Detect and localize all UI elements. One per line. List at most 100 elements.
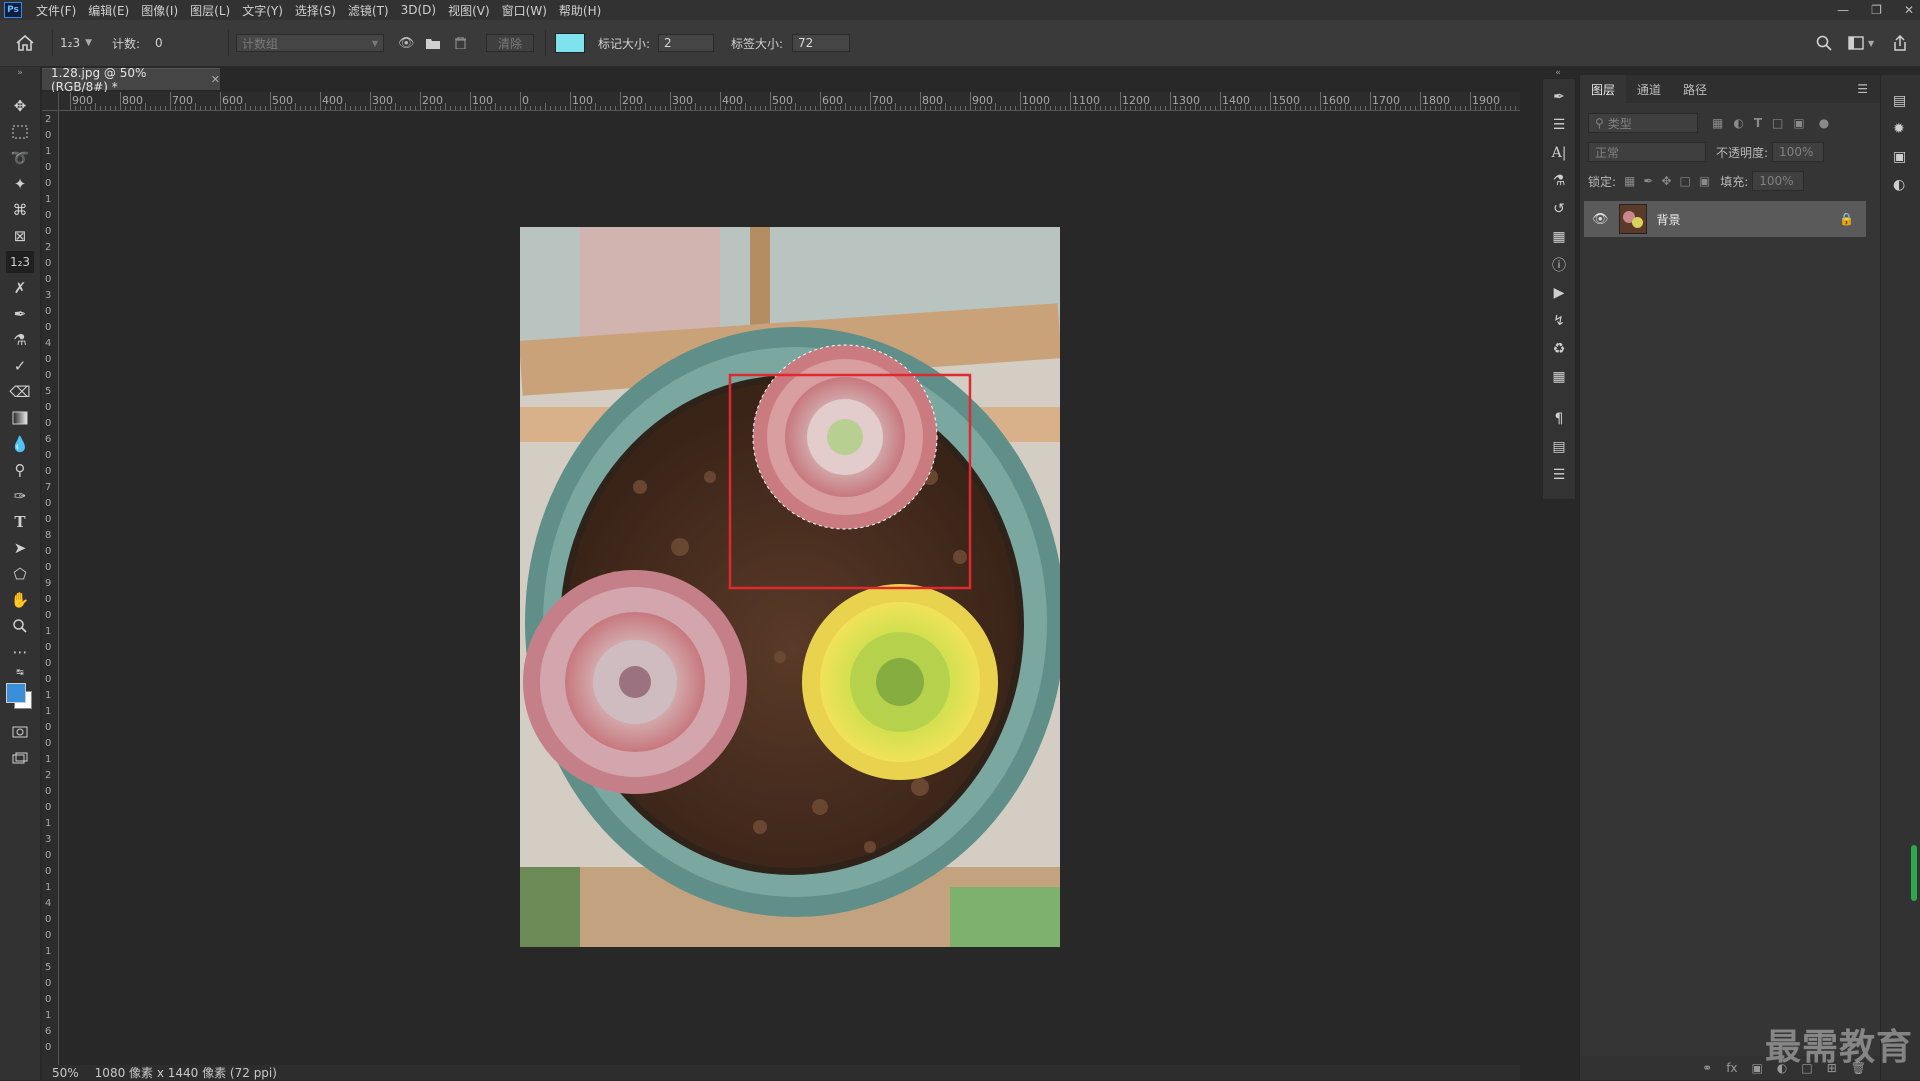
paths-icon[interactable]: ↯ [1549,311,1569,331]
path-select-tool-icon[interactable]: ➤ [6,537,34,559]
lock-transparent-icon[interactable]: ▦ [1624,174,1635,188]
paragraph-styles-icon[interactable]: ▤ [1549,437,1569,457]
collapse-dock-icon[interactable]: « [1542,68,1574,78]
share-icon[interactable] [1892,20,1908,66]
histogram-icon[interactable]: ▤ [1893,93,1906,109]
count-tool-icon[interactable]: 1₂3 [6,251,34,273]
layer-row-background[interactable]: 👁 背景 🔒 [1584,201,1866,237]
marker-color-swatch[interactable] [555,33,585,53]
quick-mask-icon[interactable] [6,721,34,743]
scroll-indicator[interactable] [1911,845,1917,901]
workspace-icon[interactable]: ▼ [1848,20,1874,66]
menu-window[interactable]: 窗口(W) [496,2,553,19]
marquee-tool-icon[interactable] [6,121,34,143]
filter-toggle-icon[interactable]: ● [1819,116,1829,130]
clone-stamp-tool-icon[interactable]: ⚗ [6,329,34,351]
properties-icon[interactable]: ▦ [1549,227,1569,247]
ruler-origin[interactable] [42,92,59,111]
blur-tool-icon[interactable]: 💧 [6,433,34,455]
document-tab[interactable]: 1.28.jpg @ 50%(RGB/8#) * ✕ [42,66,220,94]
menu-type[interactable]: 文字(Y) [236,2,289,19]
clear-button[interactable]: 清除 [486,34,534,52]
trash-icon[interactable] [455,20,466,66]
collapse-toolbar-icon[interactable]: » [6,67,34,79]
panel-menu-icon[interactable]: ☰ [1857,82,1868,96]
swap-colors-icon[interactable]: ↹ [6,665,34,681]
adjustments-icon[interactable]: ☰ [1549,115,1569,135]
count-group-select[interactable]: 计数组 ▼ [236,34,384,52]
tool-preset-picker[interactable]: 1₂3 ▼ [60,20,92,66]
blend-mode-select[interactable]: 正常 [1588,142,1706,162]
lock-pixels-icon[interactable]: ✒ [1643,174,1653,188]
ruler-vertical[interactable]: 2 0 1 0 0 1 0 0 2 0 0 3 0 0 4 0 0 5 0 0 6 0 0 7 0 0 8 0 0 9 0 0 1 0 0 0 1 1 0 0… [42,110,59,1066]
crop-tool-icon[interactable]: ⌘ [6,199,34,221]
lasso-tool-icon[interactable]: ➰ [6,147,34,169]
opacity-input[interactable]: 100% [1772,142,1825,162]
brush-settings-icon[interactable]: ✒ [1549,87,1569,107]
layer-style-icon[interactable]: fx [1726,1061,1737,1075]
dodge-tool-icon[interactable]: ⚲ [6,459,34,481]
link-layers-icon[interactable]: ⚭ [1702,1061,1712,1075]
menu-3d[interactable]: 3D(D) [395,3,442,17]
filter-shape-icon[interactable]: □ [1772,116,1783,130]
lock-artboard-icon[interactable]: □ [1680,174,1691,188]
menu-edit[interactable]: 编辑(E) [82,2,135,19]
gradient-tool-icon[interactable] [6,407,34,429]
healing-brush-tool-icon[interactable]: ✗ [6,277,34,299]
table-icon[interactable]: ▦ [1549,367,1569,387]
filter-smart-object-icon[interactable]: ▣ [1793,116,1804,130]
menu-help[interactable]: 帮助(H) [553,2,607,19]
marker-size-input[interactable]: 2 [658,34,714,52]
add-mask-icon[interactable]: ▣ [1752,1061,1763,1075]
more-tools-icon[interactable]: ⋯ [6,641,34,663]
menu-select[interactable]: 选择(S) [289,2,342,19]
search-icon[interactable] [1816,20,1832,66]
menu-view[interactable]: 视图(V) [442,2,496,19]
libraries-icon[interactable]: ▣ [1893,149,1906,165]
info-icon[interactable]: ⓘ [1549,255,1569,275]
visibility-eye-icon[interactable]: 👁 [1592,212,1609,227]
layer-lock-icon[interactable]: 🔒 [1839,212,1854,226]
eye-icon[interactable]: 👁 [398,20,415,66]
frame-tool-icon[interactable]: ⊠ [6,225,34,247]
filter-adjustment-icon[interactable]: ◐ [1733,116,1743,130]
eraser-tool-icon[interactable]: ⌫ [6,381,34,403]
character-icon[interactable]: A| [1549,143,1569,163]
brush-tool-icon[interactable]: ✒ [6,303,34,325]
foreground-color-swatch[interactable] [6,683,26,703]
tab-channels[interactable]: 通道 [1626,75,1672,103]
pen-tool-icon[interactable]: ✑ [6,485,34,507]
layer-name[interactable]: 背景 [1657,211,1681,228]
tab-layers[interactable]: 图层 [1580,75,1627,103]
minimize-icon[interactable]: — [1837,3,1849,17]
zoom-level[interactable]: 50% [52,1066,79,1080]
menu-image[interactable]: 图像(I) [135,2,184,19]
layer-filter-select[interactable]: ⚲ 类型 [1588,113,1698,133]
actions-icon[interactable]: ▶ [1549,283,1569,303]
label-size-input[interactable]: 72 [792,34,850,52]
document-image[interactable] [520,227,1060,947]
menu-filter[interactable]: 滤镜(T) [342,2,395,19]
3d-icon[interactable]: ♻ [1549,339,1569,359]
document-info[interactable]: 1080 像素 x 1440 像素 (72 ppi) [95,1064,277,1081]
fill-input[interactable]: 100% [1752,171,1805,191]
clone-source-icon[interactable]: ⚗ [1549,171,1569,191]
menu-file[interactable]: 文件(F) [30,2,82,19]
quick-select-tool-icon[interactable]: ✦ [6,173,34,195]
zoom-tool-icon[interactable] [6,615,34,637]
history-icon[interactable]: ↺ [1549,199,1569,219]
lock-all-icon[interactable]: ▣ [1699,174,1710,188]
folder-icon[interactable] [426,20,440,66]
tab-paths[interactable]: 路径 [1672,75,1718,103]
notes-icon[interactable]: ☰ [1549,465,1569,485]
paragraph-icon[interactable]: ¶ [1549,409,1569,429]
shape-tool-icon[interactable]: ⬠ [6,563,34,585]
close-tab-icon[interactable]: ✕ [211,73,220,86]
hand-tool-icon[interactable]: ✋ [6,589,34,611]
restore-icon[interactable]: ❐ [1871,3,1882,17]
color-icon[interactable]: ◐ [1893,177,1905,193]
type-tool-icon[interactable]: T [6,511,34,533]
screen-mode-icon[interactable] [6,747,34,769]
navigator-icon[interactable]: ✹ [1893,121,1905,137]
close-icon[interactable]: ✕ [1904,3,1914,17]
